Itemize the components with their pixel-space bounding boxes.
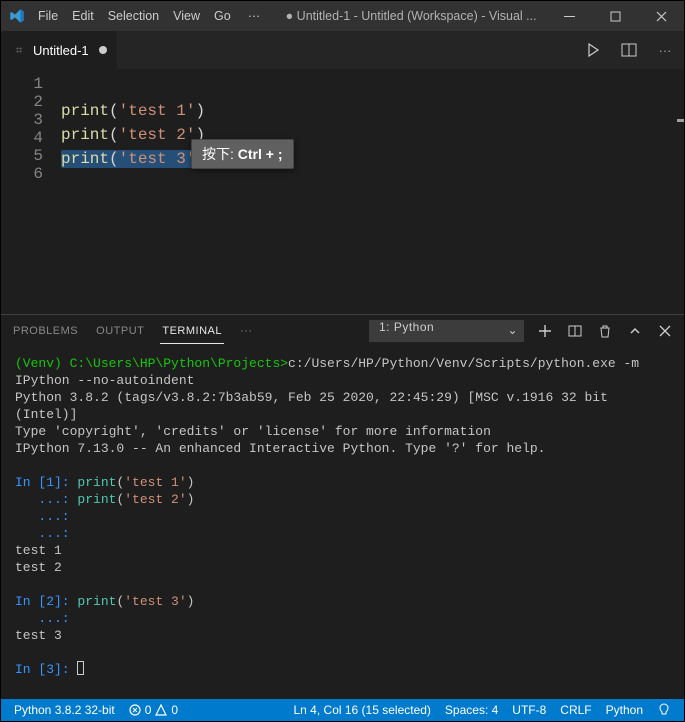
generic-file-icon: ⌗ [11,43,27,58]
status-python-interpreter[interactable]: Python 3.8.2 32-bit [7,699,122,721]
panel-tab-bar: PROBLEMS OUTPUT TERMINAL ··· 1: Python ⌄ [1,315,684,347]
tooltip-shortcut: Ctrl + ; [238,146,283,162]
window-close-icon[interactable] [638,1,684,31]
menu-view[interactable]: View [166,1,207,31]
code-line[interactable] [61,195,205,219]
menu-more-icon[interactable]: ··· [238,1,271,31]
error-icon [129,704,141,716]
status-bar: Python 3.8.2 32-bit 0 0 Ln 4, Col 16 (15… [1,699,684,721]
terminal-selector[interactable]: 1: Python ⌄ [369,320,524,342]
status-spaces[interactable]: Spaces: 4 [438,699,505,721]
code-line[interactable]: print('test 1') [61,99,205,123]
terminal-output[interactable]: (Venv) C:\Users\HP\Python\Projects>c:/Us… [1,347,684,699]
code-line[interactable]: print('test 3') [61,147,205,171]
line-number-gutter: 123456 [1,69,61,314]
code-line[interactable]: print('test 2') [61,123,205,147]
code-area[interactable]: print('test 1') print('test 2') print('t… [61,69,205,314]
status-eol[interactable]: CRLF [553,699,598,721]
kill-terminal-icon[interactable] [596,322,614,340]
editor-tab[interactable]: ⌗ Untitled-1 [1,31,118,69]
menu-go[interactable]: Go [207,1,238,31]
panel-tab-more-icon[interactable]: ··· [238,319,255,343]
status-encoding[interactable]: UTF-8 [505,699,553,721]
editor-region[interactable]: 123456 print('test 1') print('test 2') p… [1,69,684,314]
panel-tab-problems[interactable]: PROBLEMS [11,319,80,343]
tooltip-prefix: 按下: [202,146,238,162]
bottom-panel: PROBLEMS OUTPUT TERMINAL ··· 1: Python ⌄… [1,314,684,699]
title-bar: File Edit Selection View Go ··· ● Untitl… [1,1,684,31]
new-terminal-icon[interactable] [536,322,554,340]
run-button-icon[interactable] [582,39,604,61]
shortcut-tooltip: 按下: Ctrl + ; [191,139,294,169]
window-minimize-icon[interactable] [546,1,592,31]
panel-tab-terminal[interactable]: TERMINAL [160,319,224,344]
status-problems[interactable]: 0 0 [122,699,185,721]
editor-tab-label: Untitled-1 [33,43,89,58]
status-error-count: 0 [145,703,152,717]
panel-tab-output[interactable]: OUTPUT [94,319,146,343]
code-line[interactable] [61,171,205,195]
status-feedback-icon[interactable] [650,699,678,721]
status-warning-count: 0 [171,703,178,717]
more-actions-icon[interactable]: ··· [654,39,676,61]
warning-icon [155,704,167,716]
code-line[interactable] [61,75,205,99]
split-terminal-icon[interactable] [566,322,584,340]
menu-file[interactable]: File [31,1,65,31]
editor-tab-bar: ⌗ Untitled-1 ··· [1,31,684,69]
window-title: ● Untitled-1 - Untitled (Workspace) - Vi… [270,9,546,23]
maximize-panel-icon[interactable] [626,322,644,340]
menu-selection[interactable]: Selection [101,1,166,31]
terminal-selector-label: 1: Python [379,320,434,334]
status-cursor[interactable]: Ln 4, Col 16 (15 selected) [287,699,438,721]
vscode-logo-icon [9,8,25,24]
status-language[interactable]: Python [599,699,650,721]
chevron-down-icon: ⌄ [507,323,518,337]
window-maximize-icon[interactable] [592,1,638,31]
overview-ruler [677,119,684,122]
menu-edit[interactable]: Edit [65,1,101,31]
dirty-indicator-icon [99,46,107,54]
close-panel-icon[interactable] [656,322,674,340]
split-editor-icon[interactable] [618,39,640,61]
